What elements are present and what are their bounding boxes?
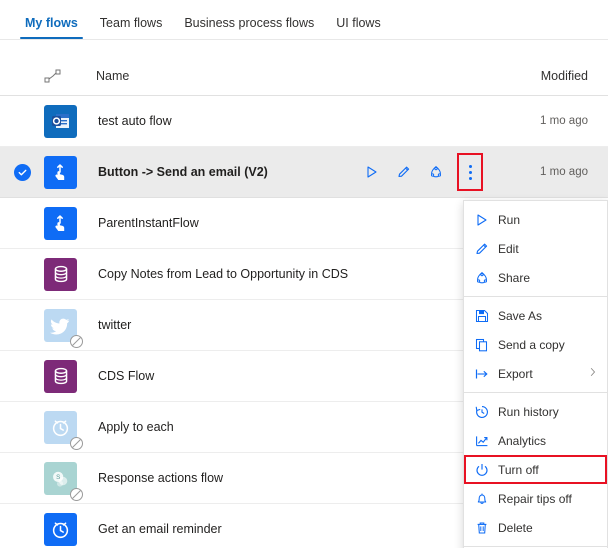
power-icon xyxy=(474,462,498,478)
flow-type-icon: S xyxy=(44,461,96,501)
column-header-modified[interactable]: Modified xyxy=(484,69,594,83)
copy-icon xyxy=(474,337,498,353)
tab-team-flows[interactable]: Team flows xyxy=(89,16,174,39)
button-tap-icon xyxy=(44,155,77,189)
flow-name[interactable]: Apply to each xyxy=(96,420,364,434)
checkmark-icon xyxy=(14,163,31,181)
menu-divider xyxy=(464,296,607,297)
menu-item-analytics[interactable]: Analytics xyxy=(464,426,607,455)
row-checkbox[interactable] xyxy=(14,163,44,181)
share-icon xyxy=(474,270,498,286)
flow-type-icon xyxy=(44,308,96,348)
run-icon[interactable] xyxy=(364,163,380,181)
flow-type-icon xyxy=(44,257,96,291)
menu-item-edit[interactable]: Edit xyxy=(464,234,607,263)
disabled-badge-icon xyxy=(70,487,83,501)
row-actions xyxy=(364,153,484,191)
tab-my-flows[interactable]: My flows xyxy=(14,16,89,39)
menu-item-label: Run history xyxy=(498,404,559,419)
menu-item-turn-off[interactable]: Turn off xyxy=(464,455,607,484)
table-row[interactable]: Button -> Send an email (V2) 1 mo ago xyxy=(0,147,608,198)
flow-type-icon xyxy=(44,155,96,189)
flow-connector-icon xyxy=(44,69,96,83)
flow-name[interactable]: Response actions flow xyxy=(96,471,364,485)
menu-item-share[interactable]: Share xyxy=(464,263,607,292)
share-icon[interactable] xyxy=(428,163,444,181)
table-row[interactable]: test auto flow 1 mo ago xyxy=(0,96,608,147)
menu-divider xyxy=(464,392,607,393)
flow-context-menu: Run Edit Share Save As Send a copy Export Run … xyxy=(463,200,608,548)
run-icon xyxy=(474,212,498,228)
outlook-icon xyxy=(44,104,77,138)
edit-icon xyxy=(474,241,498,257)
menu-item-label: Save As xyxy=(498,308,543,323)
menu-item-label: Export xyxy=(498,366,533,381)
button-tap-icon xyxy=(44,206,77,240)
clock-icon xyxy=(44,512,77,546)
flow-name[interactable]: twitter xyxy=(96,318,364,332)
flow-type-icon xyxy=(44,512,96,546)
bell-icon xyxy=(474,491,498,507)
analytics-icon xyxy=(474,433,498,449)
flow-type-icon xyxy=(44,410,96,450)
export-icon xyxy=(474,366,498,382)
tab-business-process-flows[interactable]: Business process flows xyxy=(173,16,325,39)
my-flows-page: My flows Team flows Business process flows… xyxy=(0,0,608,548)
menu-item-label: Repair tips off xyxy=(498,491,572,506)
flow-name[interactable]: ParentInstantFlow xyxy=(96,216,364,230)
flow-tabs: My flows Team flows Business process flows… xyxy=(0,0,608,40)
flow-name[interactable]: Copy Notes from Lead to Opportunity in C… xyxy=(96,267,364,281)
menu-item-run-history[interactable]: Run history xyxy=(464,397,607,426)
menu-item-label: Turn off xyxy=(498,462,539,477)
menu-divider xyxy=(464,546,607,547)
database-icon xyxy=(44,359,77,393)
menu-item-label: Delete xyxy=(498,520,533,535)
menu-item-label: Analytics xyxy=(498,433,547,448)
flow-type-icon xyxy=(44,206,96,240)
menu-item-repair-tips-off[interactable]: Repair tips off xyxy=(464,484,607,513)
sharepoint-icon: S xyxy=(44,461,83,501)
menu-item-save-as[interactable]: Save As xyxy=(464,301,607,330)
modified-time: 1 mo ago xyxy=(540,166,588,178)
flow-name[interactable]: Get an email reminder xyxy=(96,522,364,536)
menu-item-run[interactable]: Run xyxy=(464,205,607,234)
chevron-right-icon xyxy=(587,366,599,381)
twitter-icon xyxy=(44,308,83,348)
menu-item-label: Run xyxy=(498,212,521,227)
svg-text:S: S xyxy=(56,474,60,481)
flow-name[interactable]: CDS Flow xyxy=(96,369,364,383)
menu-item-delete[interactable]: Delete xyxy=(464,513,607,542)
flow-name[interactable]: Button -> Send an email (V2) xyxy=(96,165,364,179)
menu-item-label: Send a copy xyxy=(498,337,565,352)
menu-item-export[interactable]: Export xyxy=(464,359,607,388)
save-as-icon xyxy=(474,308,498,324)
column-header-name[interactable]: Name xyxy=(96,69,364,83)
database-icon xyxy=(44,257,77,291)
menu-item-label: Share xyxy=(498,270,531,285)
modified-time: 1 mo ago xyxy=(540,115,588,127)
table-header: Name Modified xyxy=(0,56,608,96)
more-options-icon[interactable] xyxy=(457,153,483,191)
disabled-badge-icon xyxy=(70,436,83,450)
flow-name[interactable]: test auto flow xyxy=(96,114,364,128)
trash-icon xyxy=(474,520,498,536)
tab-ui-flows[interactable]: UI flows xyxy=(325,16,391,39)
disabled-badge-icon xyxy=(70,334,83,348)
menu-item-label: Edit xyxy=(498,241,519,256)
history-icon xyxy=(474,404,498,420)
clock-icon xyxy=(44,410,83,450)
flow-type-icon xyxy=(44,104,96,138)
menu-item-send-a-copy[interactable]: Send a copy xyxy=(464,330,607,359)
flow-type-icon xyxy=(44,359,96,393)
edit-icon[interactable] xyxy=(396,163,412,181)
